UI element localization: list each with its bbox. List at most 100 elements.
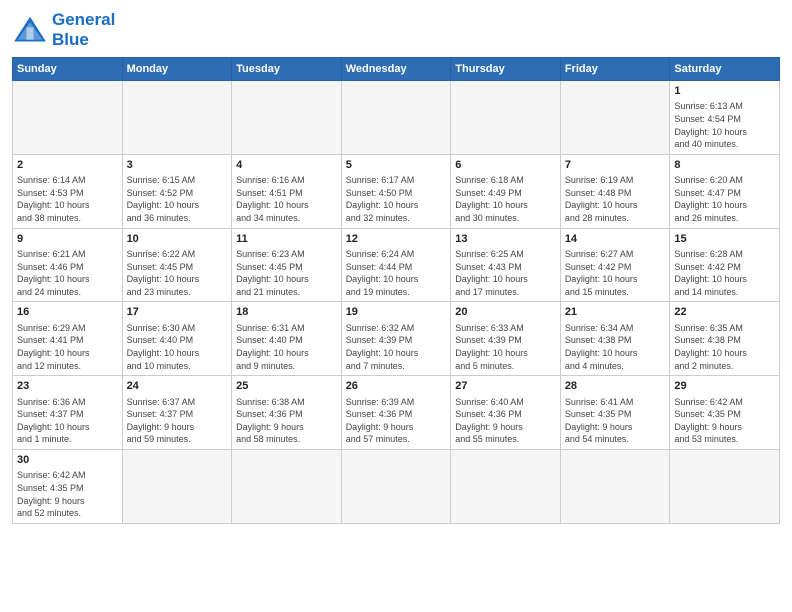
- day-info: Sunrise: 6:39 AM Sunset: 4:36 PM Dayligh…: [346, 396, 447, 446]
- day-info: Sunrise: 6:34 AM Sunset: 4:38 PM Dayligh…: [565, 322, 666, 372]
- calendar-cell: 21 Sunrise: 6:34 AM Sunset: 4:38 PM Dayli…: [560, 302, 670, 376]
- day-info: Sunrise: 6:41 AM Sunset: 4:35 PM Dayligh…: [565, 396, 666, 446]
- day-info: Sunrise: 6:21 AM Sunset: 4:46 PM Dayligh…: [17, 248, 118, 298]
- day-info: Sunrise: 6:31 AM Sunset: 4:40 PM Dayligh…: [236, 322, 337, 372]
- weekday-header-saturday: Saturday: [670, 58, 780, 81]
- day-info: Sunrise: 6:35 AM Sunset: 4:38 PM Dayligh…: [674, 322, 775, 372]
- weekday-header-monday: Monday: [122, 58, 232, 81]
- day-number: 30: [17, 453, 118, 468]
- calendar-cell: [560, 449, 670, 523]
- day-info: Sunrise: 6:37 AM Sunset: 4:37 PM Dayligh…: [127, 396, 228, 446]
- calendar-cell: 24 Sunrise: 6:37 AM Sunset: 4:37 PM Dayli…: [122, 376, 232, 450]
- day-number: 3: [127, 158, 228, 173]
- day-info: Sunrise: 6:32 AM Sunset: 4:39 PM Dayligh…: [346, 322, 447, 372]
- day-info: Sunrise: 6:14 AM Sunset: 4:53 PM Dayligh…: [17, 174, 118, 224]
- calendar-cell: 13Sunrise: 6:25 AM Sunset: 4:43 PM Dayli…: [451, 228, 561, 302]
- calendar-cell: 8Sunrise: 6:20 AM Sunset: 4:47 PM Daylig…: [670, 154, 780, 228]
- logo-text: General Blue: [52, 10, 115, 49]
- logo-icon: [12, 15, 48, 45]
- day-info: Sunrise: 6:40 AM Sunset: 4:36 PM Dayligh…: [455, 396, 556, 446]
- day-info: Sunrise: 6:22 AM Sunset: 4:45 PM Dayligh…: [127, 248, 228, 298]
- weekday-header-thursday: Thursday: [451, 58, 561, 81]
- day-info: Sunrise: 6:25 AM Sunset: 4:43 PM Dayligh…: [455, 248, 556, 298]
- calendar-cell: 4Sunrise: 6:16 AM Sunset: 4:51 PM Daylig…: [232, 154, 342, 228]
- week-row-1: 1Sunrise: 6:13 AM Sunset: 4:54 PM Daylig…: [13, 81, 780, 155]
- day-number: 24: [127, 379, 228, 394]
- calendar-cell: 25 Sunrise: 6:38 AM Sunset: 4:36 PM Dayli…: [232, 376, 342, 450]
- calendar-cell: 5Sunrise: 6:17 AM Sunset: 4:50 PM Daylig…: [341, 154, 451, 228]
- day-info: Sunrise: 6:23 AM Sunset: 4:45 PM Dayligh…: [236, 248, 337, 298]
- calendar-cell: 19 Sunrise: 6:32 AM Sunset: 4:39 PM Dayli…: [341, 302, 451, 376]
- day-number: 21: [565, 305, 666, 320]
- calendar-cell: [122, 449, 232, 523]
- day-info: Sunrise: 6:33 AM Sunset: 4:39 PM Dayligh…: [455, 322, 556, 372]
- day-number: 27: [455, 379, 556, 394]
- calendar-cell: [670, 449, 780, 523]
- week-row-2: 2Sunrise: 6:14 AM Sunset: 4:53 PM Daylig…: [13, 154, 780, 228]
- weekday-header-wednesday: Wednesday: [341, 58, 451, 81]
- day-number: 15: [674, 232, 775, 247]
- day-number: 8: [674, 158, 775, 173]
- day-info: Sunrise: 6:20 AM Sunset: 4:47 PM Dayligh…: [674, 174, 775, 224]
- calendar-cell: 9Sunrise: 6:21 AM Sunset: 4:46 PM Daylig…: [13, 228, 123, 302]
- week-row-6: 30Sunrise: 6:42 AM Sunset: 4:35 PM Dayli…: [13, 449, 780, 523]
- logo-general: General: [52, 10, 115, 29]
- day-number: 19: [346, 305, 447, 320]
- logo-blue: Blue: [52, 30, 115, 50]
- day-info: Sunrise: 6:15 AM Sunset: 4:52 PM Dayligh…: [127, 174, 228, 224]
- calendar-cell: [451, 449, 561, 523]
- weekday-header-tuesday: Tuesday: [232, 58, 342, 81]
- day-number: 28: [565, 379, 666, 394]
- calendar-cell: [341, 81, 451, 155]
- calendar-cell: 17Sunrise: 6:30 AM Sunset: 4:40 PM Dayli…: [122, 302, 232, 376]
- calendar-cell: [13, 81, 123, 155]
- day-number: 13: [455, 232, 556, 247]
- day-info: Sunrise: 6:38 AM Sunset: 4:36 PM Dayligh…: [236, 396, 337, 446]
- calendar-cell: 27 Sunrise: 6:40 AM Sunset: 4:36 PM Dayli…: [451, 376, 561, 450]
- logo: General Blue: [12, 10, 115, 49]
- calendar-cell: 22 Sunrise: 6:35 AM Sunset: 4:38 PM Dayli…: [670, 302, 780, 376]
- day-number: 16: [17, 305, 118, 320]
- day-number: 11: [236, 232, 337, 247]
- calendar-cell: 3Sunrise: 6:15 AM Sunset: 4:52 PM Daylig…: [122, 154, 232, 228]
- calendar-cell: 10Sunrise: 6:22 AM Sunset: 4:45 PM Dayli…: [122, 228, 232, 302]
- day-number: 29: [674, 379, 775, 394]
- calendar-cell: 30Sunrise: 6:42 AM Sunset: 4:35 PM Dayli…: [13, 449, 123, 523]
- day-number: 22: [674, 305, 775, 320]
- calendar-cell: 29 Sunrise: 6:42 AM Sunset: 4:35 PM Dayli…: [670, 376, 780, 450]
- day-info: Sunrise: 6:42 AM Sunset: 4:35 PM Dayligh…: [674, 396, 775, 446]
- day-info: Sunrise: 6:36 AM Sunset: 4:37 PM Dayligh…: [17, 396, 118, 446]
- day-info: Sunrise: 6:27 AM Sunset: 4:42 PM Dayligh…: [565, 248, 666, 298]
- calendar-cell: 23Sunrise: 6:36 AM Sunset: 4:37 PM Dayli…: [13, 376, 123, 450]
- calendar-cell: [122, 81, 232, 155]
- day-number: 17: [127, 305, 228, 320]
- day-number: 5: [346, 158, 447, 173]
- calendar-cell: 11Sunrise: 6:23 AM Sunset: 4:45 PM Dayli…: [232, 228, 342, 302]
- week-row-4: 16 Sunrise: 6:29 AM Sunset: 4:41 PM Dayli…: [13, 302, 780, 376]
- day-number: 1: [674, 84, 775, 99]
- weekday-header-friday: Friday: [560, 58, 670, 81]
- day-info: Sunrise: 6:18 AM Sunset: 4:49 PM Dayligh…: [455, 174, 556, 224]
- calendar-cell: [232, 81, 342, 155]
- calendar-cell: 16 Sunrise: 6:29 AM Sunset: 4:41 PM Dayli…: [13, 302, 123, 376]
- week-row-5: 23Sunrise: 6:36 AM Sunset: 4:37 PM Dayli…: [13, 376, 780, 450]
- header: General Blue: [12, 10, 780, 49]
- day-info: Sunrise: 6:29 AM Sunset: 4:41 PM Dayligh…: [17, 322, 118, 372]
- weekday-header-sunday: Sunday: [13, 58, 123, 81]
- day-info: Sunrise: 6:28 AM Sunset: 4:42 PM Dayligh…: [674, 248, 775, 298]
- calendar-cell: [341, 449, 451, 523]
- calendar-cell: 26 Sunrise: 6:39 AM Sunset: 4:36 PM Dayli…: [341, 376, 451, 450]
- day-number: 14: [565, 232, 666, 247]
- week-row-3: 9Sunrise: 6:21 AM Sunset: 4:46 PM Daylig…: [13, 228, 780, 302]
- day-number: 4: [236, 158, 337, 173]
- calendar-cell: 28 Sunrise: 6:41 AM Sunset: 4:35 PM Dayli…: [560, 376, 670, 450]
- calendar-cell: [560, 81, 670, 155]
- calendar-cell: [232, 449, 342, 523]
- day-number: 26: [346, 379, 447, 394]
- day-number: 10: [127, 232, 228, 247]
- day-number: 25: [236, 379, 337, 394]
- calendar-cell: 2Sunrise: 6:14 AM Sunset: 4:53 PM Daylig…: [13, 154, 123, 228]
- calendar-cell: 20Sunrise: 6:33 AM Sunset: 4:39 PM Dayli…: [451, 302, 561, 376]
- day-info: Sunrise: 6:16 AM Sunset: 4:51 PM Dayligh…: [236, 174, 337, 224]
- page: General Blue SundayMondayTuesdayWednesda…: [0, 0, 792, 612]
